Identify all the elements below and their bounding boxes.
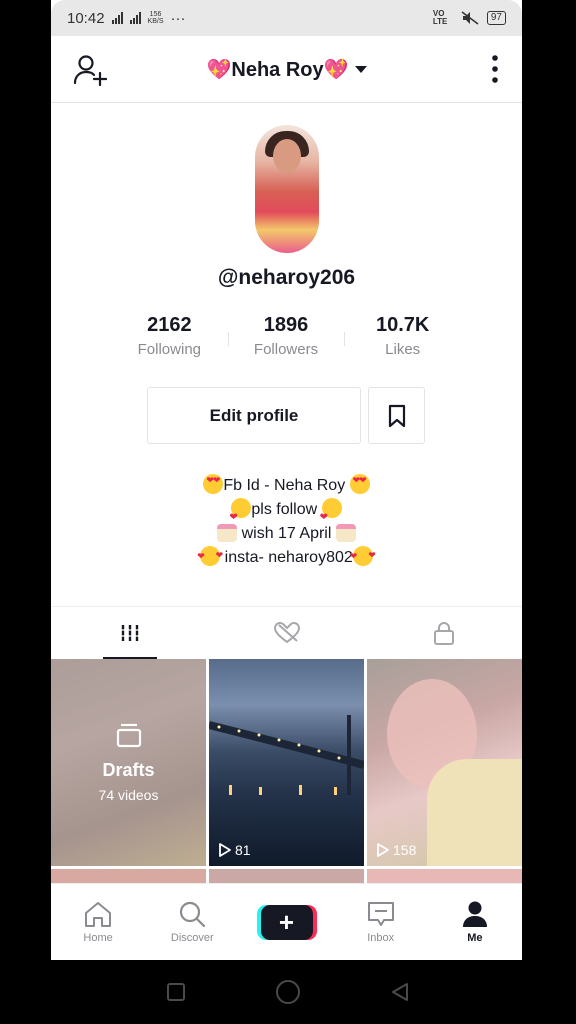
inbox-icon [367, 902, 394, 926]
video-thumbnail [209, 715, 364, 795]
signal-4g-icon [129, 12, 141, 24]
stat-label: Followers [253, 341, 319, 358]
profile-header: 💖Neha Roy💖 [51, 36, 522, 103]
nav-label: Discover [170, 932, 214, 944]
mute-icon [461, 11, 479, 25]
smiling-hearts-emoji-icon [350, 543, 376, 568]
kiss-emoji-icon [320, 498, 342, 530]
nav-inbox[interactable]: Inbox [334, 884, 428, 960]
network-speed: 156 KB/S [147, 11, 164, 25]
liked-hidden-icon [273, 622, 300, 644]
stat-followers[interactable]: 1896 Followers [227, 312, 345, 362]
bio-line: insta- neharoy802 [51, 543, 522, 570]
stat-value: 2162 [147, 314, 192, 336]
favorites-button[interactable] [368, 387, 425, 444]
drafts-tile[interactable]: Drafts 74 videos [51, 659, 206, 866]
smiling-hearts-emoji-icon [197, 543, 223, 568]
cake-emoji-icon [217, 524, 238, 542]
recents-icon[interactable] [165, 981, 187, 1003]
chevron-down-icon [354, 65, 367, 73]
system-nav-bar [0, 960, 576, 1024]
more-notifications: ··· [170, 9, 186, 27]
video-tile[interactable]: 81 [209, 659, 364, 866]
drafts-icon [116, 723, 141, 748]
tab-liked[interactable] [208, 607, 365, 659]
content-tabs [51, 606, 522, 659]
stat-following[interactable]: 2162 Following [111, 312, 228, 362]
nav-label: Me [467, 932, 483, 944]
play-count: 81 [219, 842, 251, 858]
grid-icon [120, 625, 139, 641]
stat-likes[interactable]: 10.7K Likes [344, 312, 461, 362]
tab-private[interactable] [365, 607, 522, 659]
stat-label: Likes [385, 341, 421, 358]
edit-profile-button[interactable]: Edit profile [147, 387, 361, 444]
signal-icon [111, 12, 123, 24]
play-icon [377, 843, 389, 857]
video-tile[interactable] [51, 869, 206, 883]
nav-create[interactable]: + [239, 884, 333, 960]
back-icon[interactable] [389, 981, 411, 1003]
bio-line: wish 17 April [51, 522, 522, 546]
play-icon [219, 843, 231, 857]
video-tile[interactable] [209, 869, 364, 883]
avatar[interactable] [255, 125, 319, 253]
drafts-label: Drafts [102, 760, 155, 780]
phone-screen: 10:42 156KB/S ··· VO LTE 97 💖Neha Roy💖 [51, 0, 522, 960]
drafts-count: 74 videos [98, 787, 159, 803]
add-user-icon[interactable] [73, 54, 107, 86]
play-count: 158 [377, 842, 416, 858]
nav-label: Home [83, 932, 113, 944]
heart-eyes-emoji-icon [203, 474, 224, 494]
page-title: 💖Neha Roy💖 [206, 58, 349, 81]
bio-line: Fb Id - Neha Roy [51, 474, 522, 498]
bio-line: pls follow [51, 498, 522, 530]
cake-emoji-icon [335, 524, 356, 542]
nav-discover[interactable]: Discover [145, 884, 239, 960]
lock-icon [433, 622, 454, 645]
tab-videos[interactable] [51, 607, 208, 659]
clock: 10:42 [67, 9, 105, 27]
profile-icon [462, 901, 487, 927]
stat-label: Following [137, 341, 202, 358]
username: @neharoy206 [217, 266, 356, 289]
create-button[interactable]: + [260, 904, 313, 940]
account-switcher[interactable]: 💖Neha Roy💖 [206, 57, 367, 82]
bio: Fb Id - Neha Roy pls follow wish 17 Apri… [51, 474, 522, 570]
nav-me[interactable]: Me [428, 884, 522, 960]
bookmark-icon [388, 404, 405, 427]
bottom-nav: Home Discover + Inbox Me [51, 883, 522, 960]
plus-icon: + [278, 907, 295, 937]
more-options-icon[interactable] [490, 54, 500, 84]
status-bar: 10:42 156 KB/S ··· VO LTE 97 [51, 0, 522, 36]
stat-value: 1896 [263, 314, 309, 336]
home-circle-icon[interactable] [275, 979, 301, 1005]
profile-stats: 2162 Following 1896 Followers 10.7K Like… [111, 312, 461, 362]
kiss-emoji-icon [229, 498, 252, 530]
nav-home[interactable]: Home [51, 884, 145, 960]
search-icon [180, 901, 206, 928]
video-tile[interactable] [367, 869, 522, 883]
battery-icon: 97 [486, 11, 506, 25]
heart-eyes-emoji-icon [349, 474, 370, 494]
volte-indicator: VO LTE [432, 9, 448, 26]
home-icon [85, 902, 112, 927]
stat-value: 10.7K [375, 314, 430, 336]
video-tile[interactable]: 158 [367, 659, 522, 866]
nav-label: Inbox [367, 932, 395, 944]
